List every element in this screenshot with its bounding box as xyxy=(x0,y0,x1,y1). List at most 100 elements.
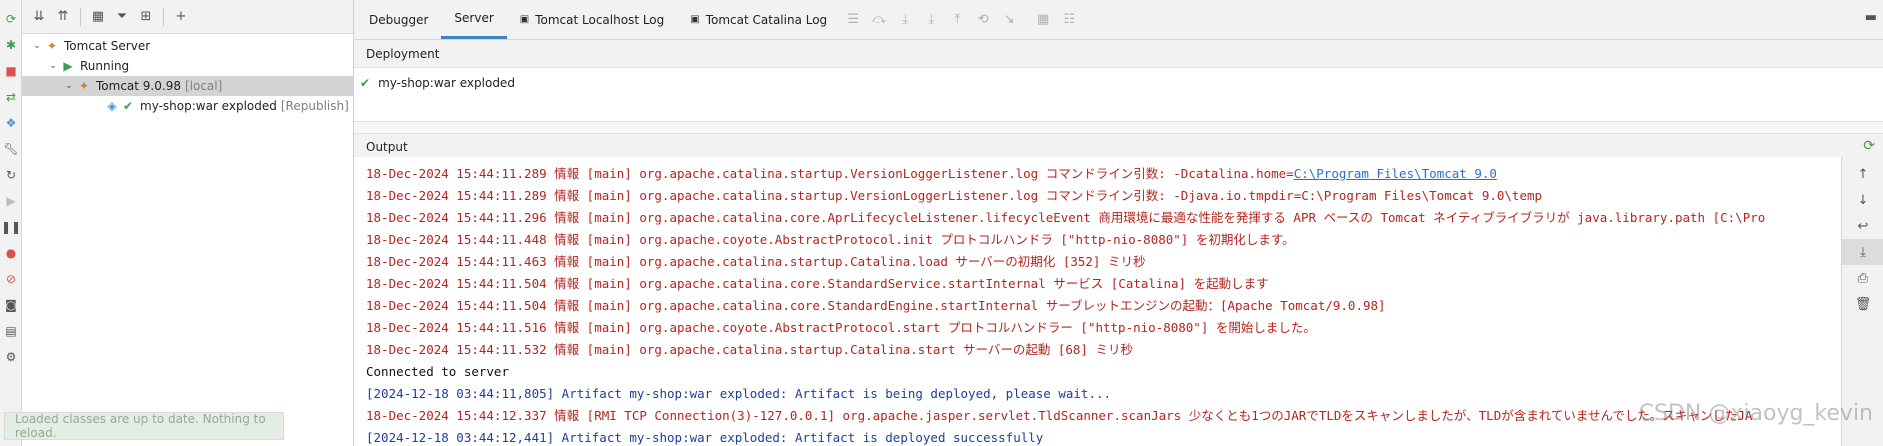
mute-breakpoints-icon[interactable]: ⊘ xyxy=(0,266,22,292)
chevron-down-icon[interactable]: ⌄ xyxy=(30,41,44,51)
log-line: 18-Dec-2024 15:44:11.504 情報 [main] org.a… xyxy=(354,273,1841,295)
tab-tomcat-catalina-log[interactable]: ▣ Tomcat Catalina Log xyxy=(677,0,840,39)
collapse-all-icon[interactable]: ⇈ xyxy=(52,6,74,28)
log-line: 18-Dec-2024 15:44:12.337 情報 [RMI TCP Con… xyxy=(354,405,1841,427)
tree-item-artifact[interactable]: ◈ ✔ my-shop:war exploded [Republish] xyxy=(22,96,353,116)
divider xyxy=(354,121,1883,133)
layout-options-icon[interactable]: ▬ xyxy=(1865,10,1877,25)
evaluate-icon[interactable]: ▦ xyxy=(1030,0,1056,39)
resume-icon[interactable]: ▶ xyxy=(0,188,22,214)
log-line: [2024-12-18 03:44:11,805] Artifact my-sh… xyxy=(354,383,1841,405)
left-action-strip: ⟳ ✱ ■ ⇄ ❖ 🔧︎ ↻ ▶ ❚❚ ● ⊘ ◙ ▤ ⚙ xyxy=(0,0,22,446)
log-text: 18-Dec-2024 15:44:11.516 情報 [main] org.a… xyxy=(366,320,1316,335)
check-icon: ✔ xyxy=(360,76,371,90)
log-text: 18-Dec-2024 15:44:11.504 情報 [main] org.a… xyxy=(366,276,1269,291)
rerun-icon[interactable]: ⟳ xyxy=(0,6,22,32)
trash-icon[interactable]: 🗑︎ xyxy=(1842,291,1883,317)
print-icon[interactable]: ⎙ xyxy=(1842,265,1883,291)
log-line: 18-Dec-2024 15:44:11.289 情報 [main] org.a… xyxy=(354,185,1841,207)
log-text: [2024-12-18 03:44:11,805] Artifact my-sh… xyxy=(366,386,1112,401)
tree-item-suffix: [local] xyxy=(184,79,223,93)
toast-text: Loaded classes are up to date. Nothing t… xyxy=(15,412,266,440)
log-line: 18-Dec-2024 15:44:11.289 情報 [main] org.a… xyxy=(354,163,1841,185)
gear-icon[interactable]: ⚙ xyxy=(0,344,22,370)
log-line: 18-Dec-2024 15:44:11.532 情報 [main] org.a… xyxy=(354,339,1841,361)
deployment-list: ✔ my-shop:war exploded ⟳ » xyxy=(354,68,1883,187)
log-line: [2024-12-18 03:44:12,441] Artifact my-sh… xyxy=(354,427,1841,446)
watermark-text: CSDN @xiaoyg_kevin xyxy=(1638,401,1873,426)
deploy-refresh-icon[interactable]: ⟳ xyxy=(1863,138,1875,154)
deployment-title: Deployment xyxy=(366,46,440,61)
tree-item-label: Tomcat Server xyxy=(64,39,151,53)
menu-icon[interactable]: ☰ xyxy=(840,0,866,39)
layout-icon[interactable]: ❖ xyxy=(0,110,22,136)
log-icon: ▣ xyxy=(519,14,530,25)
log-text: 18-Dec-2024 15:44:11.532 情報 [main] org.a… xyxy=(366,342,1133,357)
tomcat-icon: ✦ xyxy=(46,39,58,53)
tab-tomcat-localhost-log[interactable]: ▣ Tomcat Localhost Log xyxy=(507,0,678,39)
deploy-icon[interactable]: ⇄ xyxy=(0,84,22,110)
tree-item-suffix: [Republish] xyxy=(280,99,349,113)
log-path-link[interactable]: C:\Program Files\Tomcat 9.0 xyxy=(1294,166,1497,181)
wrench-icon[interactable]: 🔧︎ xyxy=(0,136,22,162)
group-by-icon[interactable]: ▦ xyxy=(87,6,109,28)
output-console[interactable]: 18-Dec-2024 15:44:11.289 情報 [main] org.a… xyxy=(354,157,1841,446)
deployment-header: Deployment xyxy=(354,40,1883,68)
run-to-cursor-icon[interactable]: ↘ xyxy=(996,0,1022,39)
tree-item-tomcat-server[interactable]: ⌄ ✦ Tomcat Server xyxy=(22,36,353,56)
tree-item-running[interactable]: ⌄ ▶ Running xyxy=(22,56,353,76)
stop-icon[interactable]: ■ xyxy=(0,58,22,84)
log-icon: ▣ xyxy=(690,14,700,25)
camera-icon[interactable]: ◙ xyxy=(0,292,22,318)
log-text: 18-Dec-2024 15:44:11.296 情報 [main] org.a… xyxy=(366,210,1766,225)
trace-icon[interactable]: ☷ xyxy=(1056,0,1082,39)
log-line: 18-Dec-2024 15:44:11.516 情報 [main] org.a… xyxy=(354,317,1841,339)
log-text: Connected to server xyxy=(366,364,509,379)
tree-toolbar: ⇊ ⇈ ▦ ⏷ ⊞ + xyxy=(22,0,353,34)
tree-item-label: Running xyxy=(80,59,130,73)
tab-label: Tomcat Catalina Log xyxy=(705,12,828,27)
layout-settings-icon[interactable]: ▤ xyxy=(0,318,22,344)
soft-wrap-icon[interactable]: ↩ xyxy=(1842,213,1883,239)
log-text: 18-Dec-2024 15:44:11.289 情報 [main] org.a… xyxy=(366,166,1294,181)
tab-label: Tomcat Localhost Log xyxy=(535,12,665,27)
force-step-into-icon[interactable]: ⤓ xyxy=(918,0,944,39)
tab-debugger[interactable]: Debugger xyxy=(356,0,441,39)
tab-label: Debugger xyxy=(369,12,429,27)
add-service-icon[interactable]: + xyxy=(170,6,192,28)
log-line: 18-Dec-2024 15:44:11.448 情報 [main] org.a… xyxy=(354,229,1841,251)
log-line: 18-Dec-2024 15:44:11.504 情報 [main] org.a… xyxy=(354,295,1841,317)
tab-server[interactable]: Server xyxy=(441,0,507,39)
down-arrow-icon[interactable]: ↓ xyxy=(1842,187,1883,213)
scroll-to-end-icon[interactable]: ⤓ xyxy=(1842,239,1883,265)
tree-item-tomcat-instance[interactable]: ⌄ ✦ Tomcat 9.0.98 [local] xyxy=(22,76,353,96)
tab-bar: Debugger Server ▣ Tomcat Localhost Log ▣ T… xyxy=(354,0,1883,40)
log-line: Connected to server xyxy=(354,361,1841,383)
deployment-item[interactable]: my-shop:war exploded xyxy=(378,76,515,90)
log-text: 18-Dec-2024 15:44:12.337 情報 [RMI TCP Con… xyxy=(366,408,1753,423)
tree-item-label: my-shop:war exploded xyxy=(140,99,277,113)
filter-icon[interactable]: ⏷ xyxy=(111,6,133,28)
breakpoint-icon[interactable]: ● xyxy=(0,240,22,266)
service-details: Debugger Server ▣ Tomcat Localhost Log ▣ T… xyxy=(354,0,1883,446)
log-text: 18-Dec-2024 15:44:11.463 情報 [main] org.a… xyxy=(366,254,1146,269)
pause-icon[interactable]: ❚❚ xyxy=(0,214,22,240)
log-line: 18-Dec-2024 15:44:11.296 情報 [main] org.a… xyxy=(354,207,1841,229)
chevron-down-icon[interactable]: ⌄ xyxy=(46,61,60,71)
restart-icon[interactable]: ↻ xyxy=(0,162,22,188)
up-arrow-icon[interactable]: ↑ xyxy=(1842,161,1883,187)
tree-item-label: Tomcat 9.0.98 xyxy=(96,79,181,93)
chevron-down-icon[interactable]: ⌄ xyxy=(62,81,76,91)
update-icon[interactable]: ✱ xyxy=(0,32,22,58)
new-tab-icon[interactable]: ⊞ xyxy=(135,6,157,28)
toolbar-divider xyxy=(163,7,164,26)
step-over-icon[interactable]: ⤼ xyxy=(866,0,892,39)
step-into-icon[interactable]: ⤓ xyxy=(892,0,918,39)
notification-toast[interactable]: Loaded classes are up to date. Nothing t… xyxy=(4,412,284,440)
run-icon: ▶ xyxy=(63,59,73,73)
step-out-icon[interactable]: ⤒ xyxy=(944,0,970,39)
expand-all-icon[interactable]: ⇊ xyxy=(28,6,50,28)
tab-label: Server xyxy=(454,11,494,25)
drop-frame-icon[interactable]: ⟲ xyxy=(970,0,996,39)
log-text: 18-Dec-2024 15:44:11.448 情報 [main] org.a… xyxy=(366,232,1295,247)
